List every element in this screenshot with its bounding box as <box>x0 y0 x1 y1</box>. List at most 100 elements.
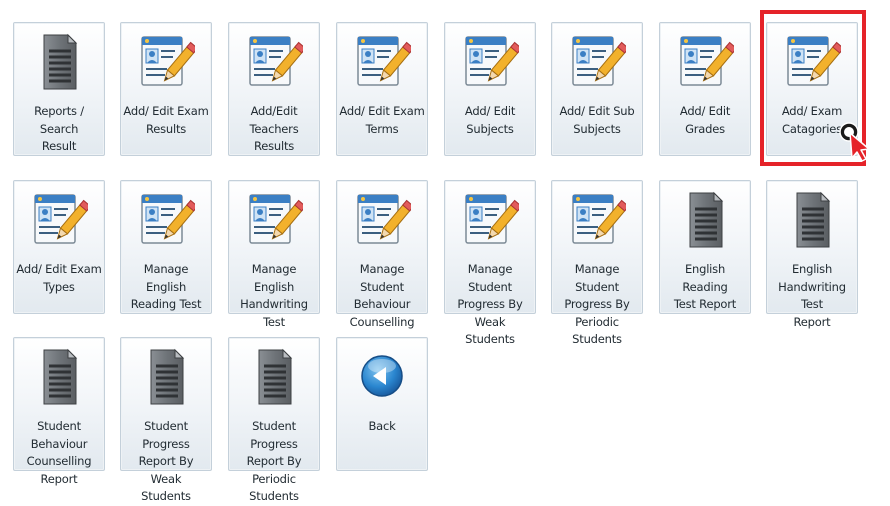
tile-label: Add/Edit Teachers Results <box>231 103 317 156</box>
tile-label-line: Report <box>793 314 831 329</box>
tile-label-line: Add/ Edit Exam <box>339 104 425 118</box>
tile-label: English Reading Test Report <box>662 261 748 314</box>
tile-label: Add/ Exam Catagories <box>769 103 855 138</box>
tile-label-line: Terms <box>365 121 399 136</box>
tile-label-line: Add/ Edit Sub <box>559 104 635 118</box>
tile-label: Manage Student Behaviour Counselling <box>339 261 425 331</box>
tile-add-edit-exam-types[interactable]: Add/ Edit Exam Types <box>13 180 105 314</box>
document-icon <box>30 31 88 93</box>
document-icon <box>30 346 88 408</box>
tile-label: Student Progress Report By Periodic Studen… <box>231 418 317 506</box>
edit-form-icon <box>783 31 845 93</box>
tile-label-line: English Reading <box>682 262 728 294</box>
edit-form-icon <box>245 31 307 93</box>
document-icon <box>245 346 303 408</box>
tile-back[interactable]: Back <box>336 337 428 471</box>
tile-label-line: Report By Weak <box>138 454 194 486</box>
tile-label-line: Add/Edit Teachers <box>249 104 299 136</box>
tile-add-exam-catagories[interactable]: Add/ Exam Catagories <box>766 22 858 156</box>
tile-label-line: Results <box>145 121 187 136</box>
tile-label: Add/ Edit Exam Results <box>123 103 209 138</box>
tile-student-progress-report-periodic[interactable]: Student Progress Report By Periodic Studen… <box>228 337 320 503</box>
tile-label-line: Back <box>368 419 396 433</box>
tile-label-line: Progress By Weak <box>457 297 523 329</box>
edit-form-icon <box>568 189 630 251</box>
tile-label-line: Periodic Students <box>572 314 622 347</box>
tile-label-line: Manage English <box>251 262 297 294</box>
tile-label-line: Handwriting Test <box>240 297 308 329</box>
edit-form-icon <box>137 189 199 251</box>
tile-label-line: Types <box>43 279 75 294</box>
tile-add-edit-exam-results[interactable]: Add/ Edit Exam Results <box>120 22 212 156</box>
tile-label-line: Counselling <box>349 314 415 329</box>
tile-label: Back <box>339 418 425 436</box>
edit-form-icon <box>461 31 523 93</box>
tile-label-line: Manage Student <box>359 262 405 294</box>
tile-label: Add/ Edit Exam Terms <box>339 103 425 138</box>
tile-reports-search-result[interactable]: Reports / Search Result <box>13 22 105 156</box>
tile-manage-english-reading-test[interactable]: Manage English Reading Test <box>120 180 212 314</box>
tile-label-line: Students <box>465 332 515 346</box>
tile-label-line: Progress By <box>564 297 630 311</box>
tile-label-line: Manage Student <box>467 262 513 294</box>
tile-label-line: Report By Periodic <box>246 454 302 486</box>
tile-manage-student-progress-periodic[interactable]: Manage Student Progress By Periodic Studen… <box>551 180 643 346</box>
tile-label-line: Result <box>41 139 77 153</box>
edit-form-icon <box>137 31 199 93</box>
tile-label-line: English <box>791 262 833 276</box>
tile-label-line: Student Progress <box>250 419 298 451</box>
tile-label-line: Student Behaviour <box>30 419 88 451</box>
tile-label: Student Behaviour Counselling Report <box>16 418 102 488</box>
tile-label-line: Add/ Edit Exam <box>16 262 102 276</box>
tile-label-line: Behaviour <box>353 297 411 311</box>
tile-label-line: Add/ Edit Subjects <box>464 104 516 136</box>
tile-student-progress-report-weak[interactable]: Student Progress Report By Weak Students <box>120 337 212 503</box>
tile-label: Add/ Edit Grades <box>662 103 748 138</box>
tile-label-line: Manage English <box>143 262 189 294</box>
tile-label: Reports / Search Result <box>16 103 102 156</box>
tile-label-line: Counselling <box>26 454 92 468</box>
tile-manage-student-behaviour-counselling[interactable]: Manage Student Behaviour Counselling <box>336 180 428 329</box>
tile-label-line: Students <box>141 489 191 503</box>
tile-label-line: Subjects <box>573 121 621 136</box>
edit-form-icon <box>568 31 630 93</box>
tile-label: Manage English Handwriting Test <box>231 261 317 331</box>
tile-label: English Handwriting Test Report <box>769 261 855 331</box>
tile-manage-english-handwriting-test[interactable]: Manage English Handwriting Test <box>228 180 320 329</box>
tile-label-line: Report <box>40 471 78 486</box>
tile-label-line: Reading Test <box>130 297 202 311</box>
tile-label-line: Catagories <box>782 121 842 136</box>
tile-label-line: Handwriting Test <box>778 279 846 312</box>
tile-add-edit-subjects[interactable]: Add/ Edit Subjects <box>444 22 536 156</box>
tile-student-behaviour-counselling-report[interactable]: Student Behaviour Counselling Report <box>13 337 105 486</box>
tile-label-line: Manage Student <box>574 262 620 294</box>
tile-label-line: Add/ Edit Exam <box>123 104 209 118</box>
tile-label: Manage English Reading Test <box>123 261 209 314</box>
tile-add-edit-exam-terms[interactable]: Add/ Edit Exam Terms <box>336 22 428 156</box>
tile-add-edit-teachers-results[interactable]: Add/Edit Teachers Results <box>228 22 320 156</box>
tile-label: Student Progress Report By Weak Students <box>123 418 209 506</box>
document-icon <box>676 189 734 251</box>
edit-form-icon <box>353 31 415 93</box>
tile-label-line: Add/ Edit Grades <box>679 104 731 136</box>
tile-label-line: Add/ Exam <box>781 104 843 118</box>
tile-english-reading-test-report[interactable]: English Reading Test Report <box>659 180 751 314</box>
tile-add-edit-sub-subjects[interactable]: Add/ Edit Sub Subjects <box>551 22 643 156</box>
edit-form-icon <box>676 31 738 93</box>
tile-label: Add/ Edit Exam Types <box>16 261 102 296</box>
tile-label: Add/ Edit Sub Subjects <box>554 103 640 138</box>
tile-manage-student-progress-weak[interactable]: Manage Student Progress By Weak Students <box>444 180 536 346</box>
tile-label: Add/ Edit Subjects <box>447 103 533 138</box>
edit-form-icon <box>30 189 92 251</box>
tile-add-edit-grades[interactable]: Add/ Edit Grades <box>659 22 751 156</box>
tile-label-line: Test Report <box>673 297 737 311</box>
document-icon <box>783 189 841 251</box>
back-arrow-icon <box>353 346 411 408</box>
document-icon <box>137 346 195 408</box>
tile-label-line: Results <box>253 139 295 153</box>
edit-form-icon <box>353 189 415 251</box>
tile-label-line: Student Progress <box>142 419 190 451</box>
edit-form-icon <box>461 189 523 251</box>
tile-label: Manage Student Progress By Periodic Studen… <box>554 261 640 349</box>
tile-english-handwriting-test-report[interactable]: English Handwriting Test Report <box>766 180 858 329</box>
